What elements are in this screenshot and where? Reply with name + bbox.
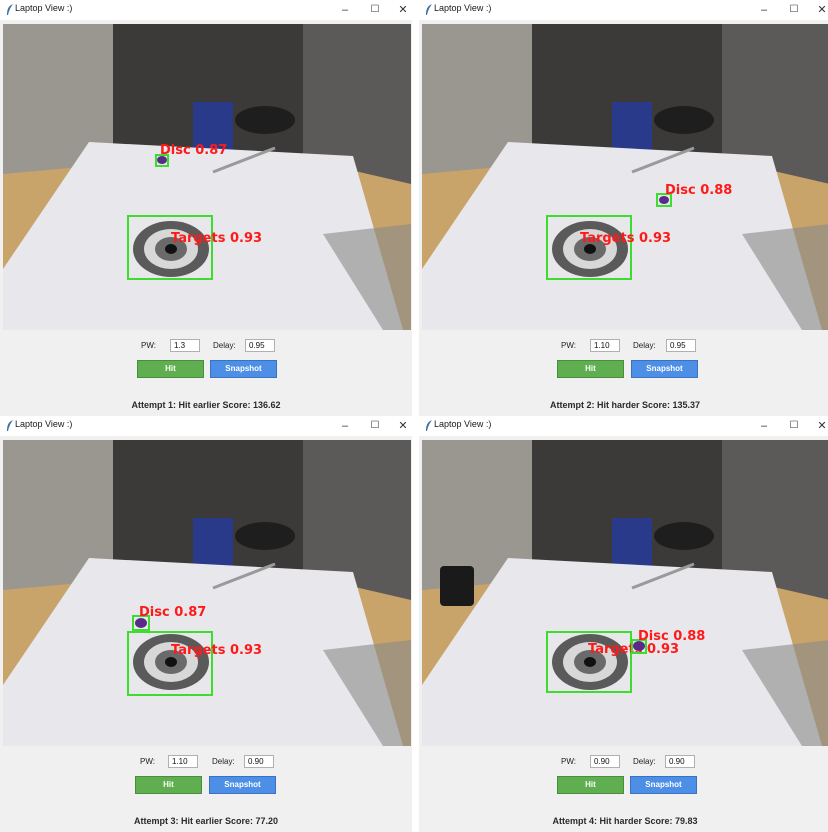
minimize-icon[interactable]: – xyxy=(330,416,360,436)
target-label: Targets 0.93 xyxy=(171,643,262,658)
title-bar[interactable]: Laptop View :) – ☐ ✕ xyxy=(419,416,828,436)
control-panel: PW: Delay: Hit Snapshot Attempt 1: Hit e… xyxy=(0,338,412,416)
close-icon[interactable]: ✕ xyxy=(388,0,412,20)
hit-button[interactable]: Hit xyxy=(557,360,624,378)
delay-label: Delay: xyxy=(633,757,656,766)
delay-label: Delay: xyxy=(633,341,656,350)
hit-button[interactable]: Hit xyxy=(135,776,202,794)
delay-label: Delay: xyxy=(212,757,235,766)
target-bullseye xyxy=(165,657,177,667)
control-panel: PW: Delay: Hit Snapshot Attempt 4: Hit h… xyxy=(419,754,828,832)
delay-input[interactable] xyxy=(245,339,275,352)
pw-input[interactable] xyxy=(590,339,620,352)
stool xyxy=(654,106,714,134)
target-bullseye xyxy=(584,657,596,667)
stool xyxy=(654,522,714,550)
backpack xyxy=(193,518,233,570)
minimize-icon[interactable]: – xyxy=(749,416,779,436)
target-label: Targets 0.93 xyxy=(580,231,671,246)
hit-button[interactable]: Hit xyxy=(557,776,624,794)
maximize-icon[interactable]: ☐ xyxy=(360,416,390,436)
control-panel: PW: Delay: Hit Snapshot Attempt 2: Hit h… xyxy=(419,338,828,416)
camera-view: Targets 0.93 Disc 0.88 xyxy=(422,24,828,330)
maximize-icon[interactable]: ☐ xyxy=(779,0,809,20)
laptop-view-window-2: Laptop View :) – ☐ ✕ Targets 0.93 Disc 0… xyxy=(419,0,828,416)
camera-view: Targets 0.93 Disc 0.87 xyxy=(3,24,411,330)
phone xyxy=(440,566,474,606)
maximize-icon[interactable]: ☐ xyxy=(779,416,809,436)
laptop-view-window-4: Laptop View :) – ☐ ✕ Targets 0.93 Disc 0… xyxy=(419,416,828,832)
camera-view: Targets 0.93 Disc 0.87 xyxy=(3,440,411,746)
status-label: Attempt 2: Hit harder Score: 135.37 xyxy=(549,400,701,410)
status-label: Attempt 3: Hit earlier Score: 77.20 xyxy=(133,816,279,826)
close-icon[interactable]: ✕ xyxy=(807,416,828,436)
minimize-icon[interactable]: – xyxy=(330,0,360,20)
title-bar[interactable]: Laptop View :) – ☐ ✕ xyxy=(0,0,412,20)
delay-input[interactable] xyxy=(665,755,695,768)
window-title: Laptop View :) xyxy=(434,419,492,429)
disc-label: Disc 0.88 xyxy=(638,629,705,644)
title-bar[interactable]: Laptop View :) – ☐ ✕ xyxy=(419,0,828,20)
control-panel: PW: Delay: Hit Snapshot Attempt 3: Hit e… xyxy=(0,754,412,832)
backpack xyxy=(612,518,652,570)
delay-input[interactable] xyxy=(666,339,696,352)
disc-label: Disc 0.87 xyxy=(160,143,227,158)
pw-label: PW: xyxy=(561,757,576,766)
snapshot-button[interactable]: Snapshot xyxy=(630,776,697,794)
disc-label: Disc 0.88 xyxy=(665,183,732,198)
delay-label: Delay: xyxy=(213,341,236,350)
minimize-icon[interactable]: – xyxy=(749,0,779,20)
delay-input[interactable] xyxy=(244,755,274,768)
hit-button[interactable]: Hit xyxy=(137,360,204,378)
laptop-view-window-3: Laptop View :) – ☐ ✕ Targets 0.93 Disc 0… xyxy=(0,416,412,832)
status-label: Attempt 4: Hit harder Score: 79.83 xyxy=(552,816,698,826)
pw-input[interactable] xyxy=(170,339,200,352)
disc-label: Disc 0.87 xyxy=(139,605,206,620)
snapshot-button[interactable]: Snapshot xyxy=(631,360,698,378)
pw-label: PW: xyxy=(141,341,156,350)
window-title: Laptop View :) xyxy=(434,3,492,13)
pw-label: PW: xyxy=(561,341,576,350)
close-icon[interactable]: ✕ xyxy=(388,416,412,436)
pw-input[interactable] xyxy=(590,755,620,768)
pw-label: PW: xyxy=(140,757,155,766)
laptop-view-window-1: Laptop View :) – ☐ ✕ Targets 0.93 Disc 0… xyxy=(0,0,412,416)
pw-input[interactable] xyxy=(168,755,198,768)
snapshot-button[interactable]: Snapshot xyxy=(209,776,276,794)
backpack xyxy=(612,102,652,154)
maximize-icon[interactable]: ☐ xyxy=(360,0,390,20)
status-label: Attempt 1: Hit earlier Score: 136.62 xyxy=(131,400,281,410)
window-title: Laptop View :) xyxy=(15,3,73,13)
camera-view: Targets 0.93 Disc 0.88 xyxy=(422,440,828,746)
stool xyxy=(235,106,295,134)
title-bar[interactable]: Laptop View :) – ☐ ✕ xyxy=(0,416,412,436)
window-title: Laptop View :) xyxy=(15,419,73,429)
close-icon[interactable]: ✕ xyxy=(807,0,828,20)
snapshot-button[interactable]: Snapshot xyxy=(210,360,277,378)
target-label: Targets 0.93 xyxy=(171,231,262,246)
stool xyxy=(235,522,295,550)
